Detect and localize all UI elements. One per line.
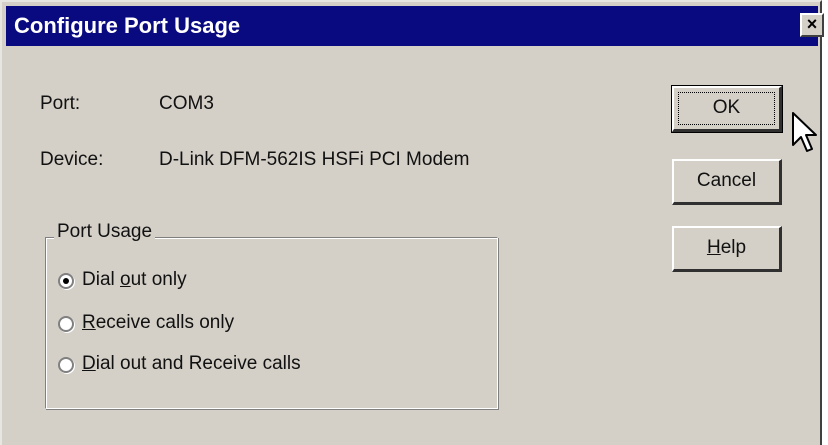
radio-label[interactable]: Dial out and Receive calls — [82, 353, 301, 375]
radio-button[interactable] — [58, 357, 74, 373]
help-button-label: Help — [706, 237, 747, 258]
port-label: Port: — [40, 93, 81, 114]
radio-label[interactable]: Dial out only — [82, 269, 187, 291]
port-usage-legend: Port Usage — [54, 221, 156, 243]
port-value: COM3 — [159, 93, 214, 114]
mouse-pointer-icon — [792, 112, 817, 152]
ok-button-label: OK — [712, 97, 741, 118]
radio-selected-dot — [63, 278, 69, 284]
ok-button[interactable]: OK — [671, 85, 783, 133]
cancel-button[interactable]: Cancel — [672, 159, 782, 205]
radio-button[interactable] — [58, 316, 74, 332]
dialog-title: Configure Port Usage — [14, 13, 241, 38]
close-button[interactable]: × — [800, 13, 824, 37]
radio-button[interactable] — [58, 273, 74, 289]
help-button[interactable]: Help — [672, 226, 782, 272]
configure-port-usage-dialog: Configure Port Usage × Port: COM3 Device… — [0, 0, 824, 445]
device-label: Device: — [40, 149, 104, 170]
cancel-button-label: Cancel — [696, 170, 757, 191]
radio-label[interactable]: Receive calls only — [82, 312, 234, 334]
close-icon: × — [806, 14, 818, 34]
device-value: D-Link DFM-562IS HSFi PCI Modem — [159, 149, 470, 170]
title-bar[interactable]: Configure Port Usage × — [6, 6, 824, 46]
